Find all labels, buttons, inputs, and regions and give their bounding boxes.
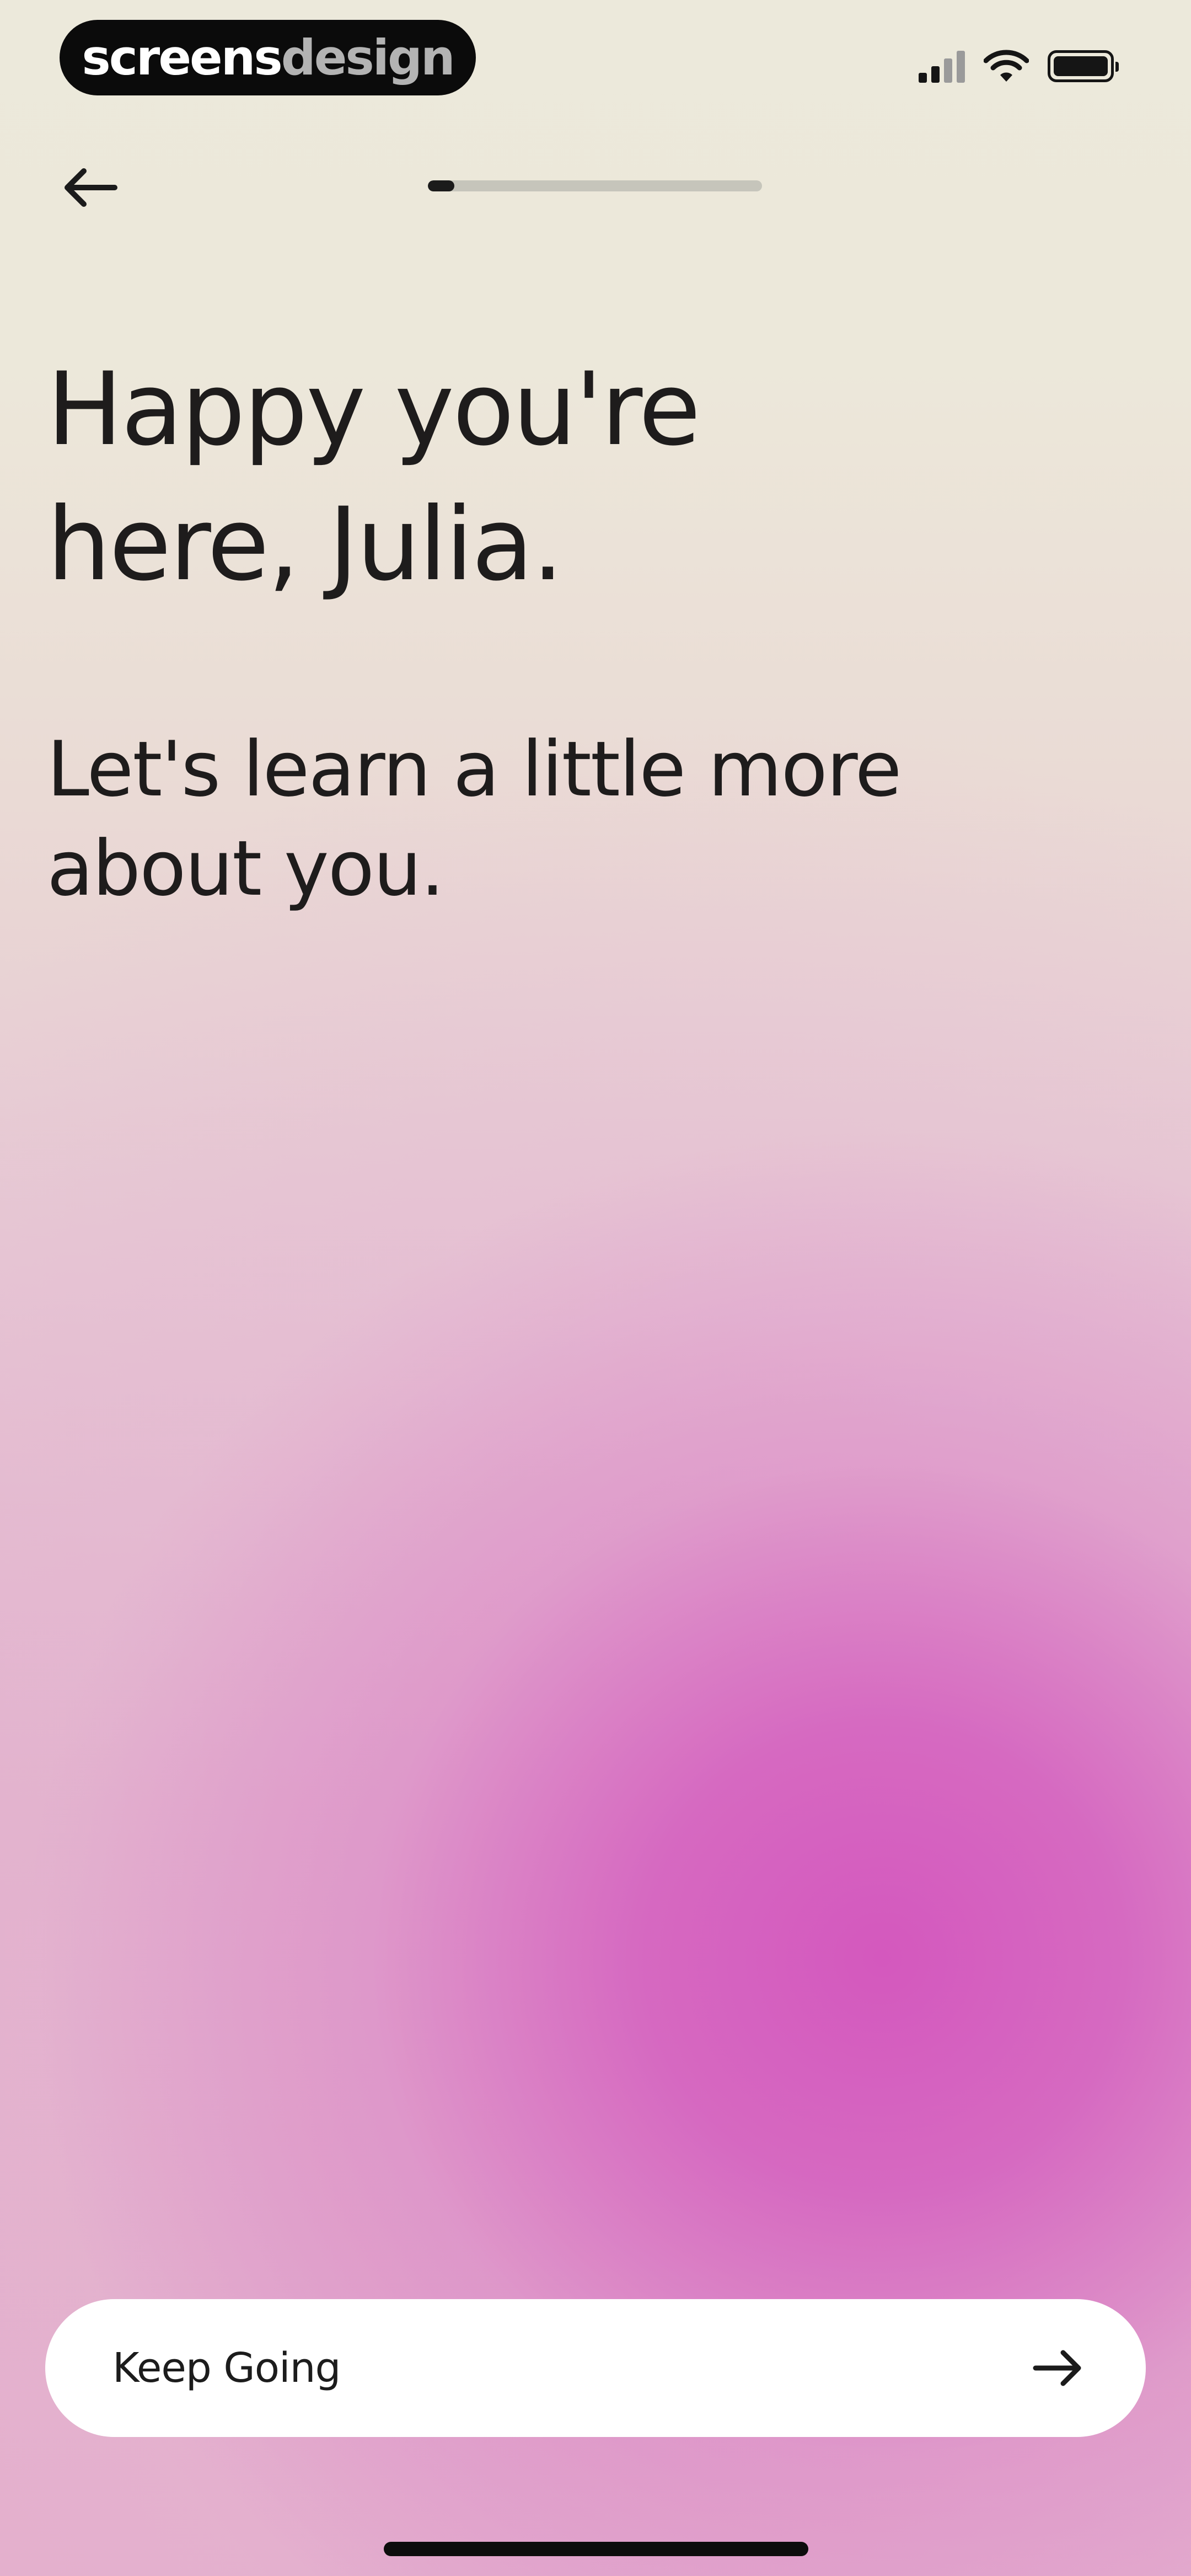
arrow-right-icon [1033,2350,1081,2386]
page-subtitle: Let's learn a little more about you. [47,720,1095,918]
onboarding-progress-fill [428,180,455,191]
brand-logo-primary: screens [82,29,282,86]
status-icons [919,44,1119,88]
brand-logo-secondary: design [281,29,455,86]
wifi-icon [984,50,1029,82]
keep-going-button-label: Keep Going [112,2344,341,2392]
cellular-signal-icon [919,50,965,83]
onboarding-progress-bar [428,180,762,191]
page-subtitle-line-2: about you. [47,824,444,913]
back-button[interactable] [60,157,131,218]
onboarding-screen: screensdesign Happy you're here, Julia. [0,0,1191,2576]
arrow-left-icon [65,168,117,207]
brand-logo: screens design [60,20,476,95]
page-title-line-2: here, Julia. [47,486,564,603]
keep-going-button[interactable]: Keep Going [45,2299,1146,2437]
page-subtitle-line-1: Let's learn a little more [47,725,902,814]
page-title-line-1: Happy you're [47,351,701,468]
page-title: Happy you're here, Julia. [47,342,1095,612]
battery-icon [1048,50,1119,82]
home-indicator [384,2542,808,2556]
